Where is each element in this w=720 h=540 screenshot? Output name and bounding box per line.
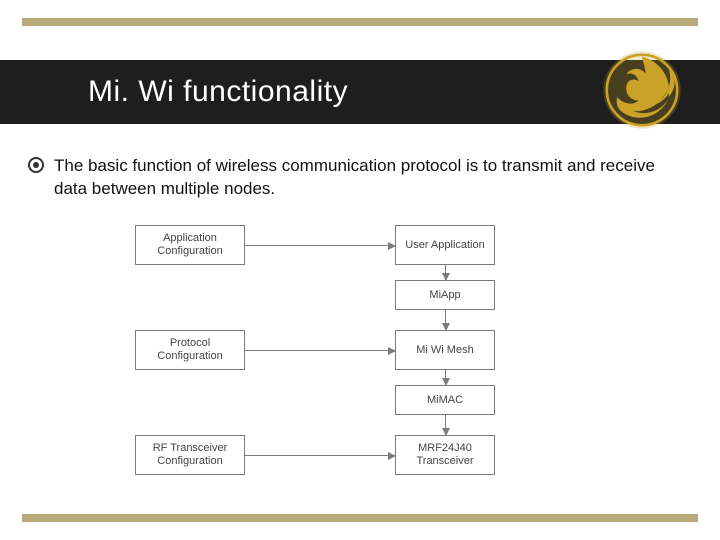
box-miwi-mesh: Mi Wi Mesh <box>395 330 495 370</box>
top-accent-bar <box>22 18 698 26</box>
bullet-text: The basic function of wireless communica… <box>54 155 692 201</box>
slide-title: Mi. Wi functionality <box>88 75 348 109</box>
bullet-item: The basic function of wireless communica… <box>28 155 692 201</box>
pegasus-icon <box>598 46 686 134</box>
box-miapp: MiApp <box>395 280 495 310</box>
arrow-protoconfig-to-mesh <box>245 350 395 351</box>
box-transceiver: MRF24J40 Transceiver <box>395 435 495 475</box>
arrow-userapp-to-miapp <box>445 265 446 280</box>
box-protocol-config: Protocol Configuration <box>135 330 245 370</box>
arrow-appconfig-to-userapp <box>245 245 395 246</box>
box-rf-config: RF Transceiver Configuration <box>135 435 245 475</box>
arrow-rfconfig-to-transceiver <box>245 455 395 456</box>
box-user-app: User Application <box>395 225 495 265</box>
arrow-mesh-to-mimac <box>445 370 446 385</box>
box-mimac: MiMAC <box>395 385 495 415</box>
arrow-mimac-to-transceiver <box>445 415 446 435</box>
arrow-miapp-to-mesh <box>445 310 446 330</box>
box-app-config: Application Configuration <box>135 225 245 265</box>
target-bullet-icon <box>28 157 44 173</box>
bottom-accent-bar <box>22 514 698 522</box>
ucf-pegasus-logo <box>598 46 686 134</box>
